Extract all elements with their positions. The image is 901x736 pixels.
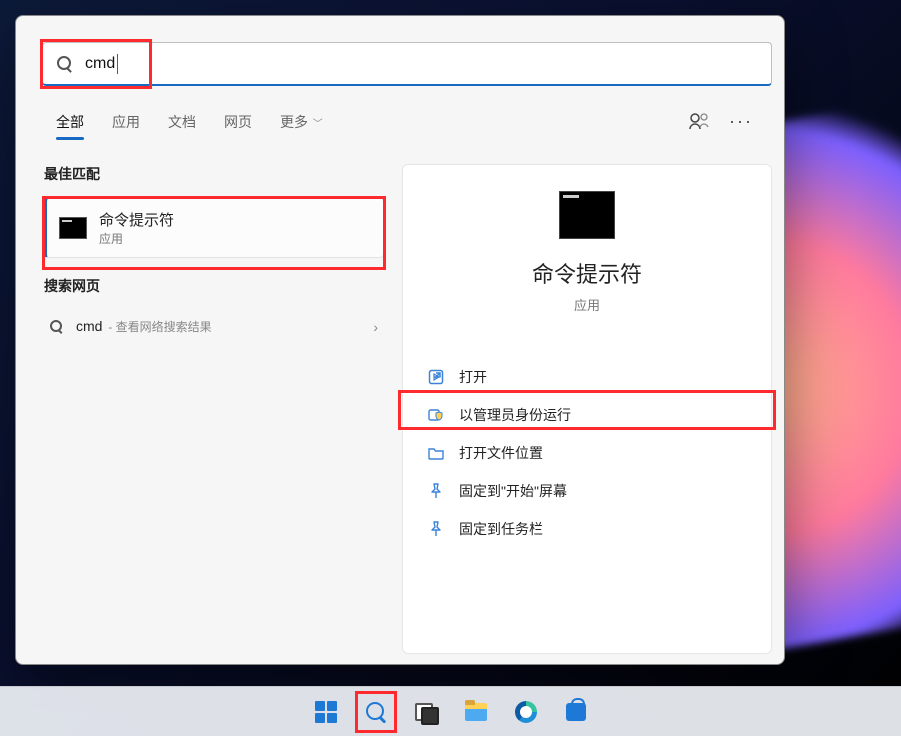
search-input[interactable]: cmd bbox=[42, 42, 772, 86]
chevron-down-icon: ﹀ bbox=[310, 119, 323, 130]
edge-icon bbox=[515, 701, 537, 723]
pin-icon bbox=[427, 482, 445, 500]
folder-icon bbox=[427, 444, 445, 462]
tab-apps[interactable]: 应用 bbox=[112, 112, 140, 140]
cmd-app-icon bbox=[59, 217, 87, 239]
taskbar bbox=[0, 686, 901, 736]
web-search-result[interactable]: cmd - 查看网络搜索结果 › bbox=[44, 310, 384, 343]
detail-pane: 命令提示符 应用 打开 以管理员身份运行 bbox=[402, 164, 772, 654]
best-match-heading: 最佳匹配 bbox=[44, 164, 384, 184]
desktop: cmd 全部 应用 文档 网页 更多 ﹀ ··· 最佳匹配 命令提示符 应用 bbox=[0, 0, 901, 736]
search-query-text: cmd bbox=[85, 55, 115, 73]
action-open-location[interactable]: 打开文件位置 bbox=[403, 434, 771, 472]
action-label: 打开 bbox=[459, 367, 487, 387]
search-icon bbox=[57, 56, 73, 72]
web-hint: - 查看网络搜索结果 bbox=[108, 320, 211, 334]
tab-docs[interactable]: 文档 bbox=[168, 112, 196, 140]
action-label: 打开文件位置 bbox=[459, 443, 543, 463]
text-caret bbox=[117, 54, 118, 74]
taskbar-explorer[interactable] bbox=[456, 692, 496, 732]
search-icon bbox=[365, 701, 387, 723]
action-pin-taskbar[interactable]: 固定到任务栏 bbox=[403, 510, 771, 548]
tab-more-label: 更多 bbox=[280, 114, 308, 130]
best-match-sub: 应用 bbox=[99, 230, 174, 247]
pin-icon bbox=[427, 520, 445, 538]
cmd-app-icon-large bbox=[559, 191, 615, 239]
detail-sub: 应用 bbox=[403, 295, 771, 314]
file-explorer-icon bbox=[465, 703, 487, 721]
action-label: 以管理员身份运行 bbox=[459, 405, 571, 425]
windows-logo-icon bbox=[315, 701, 337, 723]
search-panel: cmd 全部 应用 文档 网页 更多 ﹀ ··· 最佳匹配 命令提示符 应用 bbox=[15, 15, 785, 665]
store-icon bbox=[566, 703, 586, 721]
detail-actions: 打开 以管理员身份运行 打开文件位置 bbox=[403, 358, 771, 548]
taskbar-start[interactable] bbox=[306, 692, 346, 732]
web-term: cmd bbox=[76, 318, 102, 334]
results-left-column: 最佳匹配 命令提示符 应用 搜索网页 cmd - 查看网络搜索结果 › bbox=[44, 164, 384, 343]
search-tabs: 全部 应用 文档 网页 更多 ﹀ bbox=[56, 112, 323, 140]
web-search-heading: 搜索网页 bbox=[44, 276, 384, 296]
tab-all[interactable]: 全部 bbox=[56, 112, 84, 140]
account-icon[interactable] bbox=[686, 108, 712, 134]
action-run-as-admin[interactable]: 以管理员身份运行 bbox=[403, 396, 771, 434]
more-icon[interactable]: ··· bbox=[728, 108, 754, 134]
shield-admin-icon bbox=[427, 406, 445, 424]
taskview-icon bbox=[415, 703, 437, 721]
tab-web[interactable]: 网页 bbox=[224, 112, 252, 140]
action-label: 固定到任务栏 bbox=[459, 519, 543, 539]
panel-top-right: ··· bbox=[686, 108, 754, 134]
taskbar-edge[interactable] bbox=[506, 692, 546, 732]
action-open[interactable]: 打开 bbox=[403, 358, 771, 396]
action-pin-start[interactable]: 固定到"开始"屏幕 bbox=[403, 472, 771, 510]
taskbar-search[interactable] bbox=[356, 692, 396, 732]
taskbar-taskview[interactable] bbox=[406, 692, 446, 732]
open-icon bbox=[427, 368, 445, 386]
best-match-name: 命令提示符 bbox=[99, 209, 174, 230]
search-icon bbox=[50, 320, 64, 334]
taskbar-store[interactable] bbox=[556, 692, 596, 732]
chevron-right-icon: › bbox=[373, 319, 378, 335]
best-match-result[interactable]: 命令提示符 应用 bbox=[44, 198, 384, 258]
tab-more[interactable]: 更多 ﹀ bbox=[280, 112, 323, 140]
detail-title: 命令提示符 bbox=[403, 257, 771, 289]
action-label: 固定到"开始"屏幕 bbox=[459, 481, 567, 501]
